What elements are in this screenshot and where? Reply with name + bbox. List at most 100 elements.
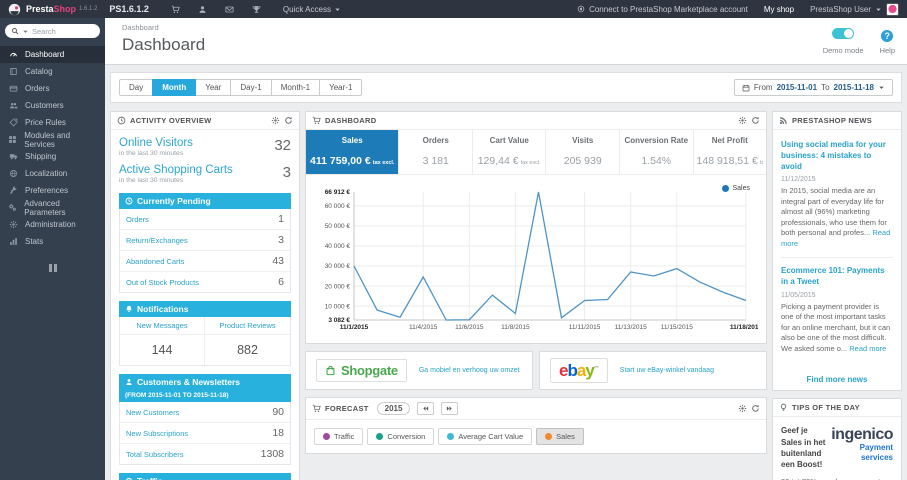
sidebar-item-shipping[interactable]: Shipping	[0, 148, 105, 165]
panel-refresh-icon[interactable]	[751, 404, 760, 413]
brand-name: PrestaShop	[26, 4, 77, 14]
calendar-icon	[742, 84, 750, 92]
sidebar-item-dashboard[interactable]: Dashboard	[0, 46, 105, 63]
read-more-link[interactable]: Read more	[781, 228, 890, 248]
customers-label[interactable]: New Customers	[126, 408, 179, 417]
pending-value: 1	[278, 213, 284, 225]
panel-settings-gear-icon[interactable]	[271, 116, 280, 125]
svg-text:50 000 €: 50 000 €	[325, 223, 351, 230]
forecast-legend-sales[interactable]: Sales	[536, 428, 584, 445]
panel-settings-gear-icon[interactable]	[738, 116, 747, 125]
shop-name[interactable]: PS1.6.1.2	[109, 4, 149, 14]
search-icon	[11, 27, 19, 35]
customers-label[interactable]: New Subscriptions	[126, 429, 188, 438]
user-avatar[interactable]	[886, 2, 899, 16]
sidebar-item-customers[interactable]: Customers	[0, 97, 105, 114]
demo-mode-toggle[interactable]	[832, 28, 855, 39]
user-menu[interactable]: PrestaShop User	[810, 2, 899, 16]
news-article-date: 11/12/2015	[781, 176, 816, 184]
activity-stat-link[interactable]: Online Visitors	[119, 137, 193, 149]
sidebar-item-orders[interactable]: Orders	[0, 80, 105, 97]
globe-icon	[8, 169, 18, 178]
sidebar-item-stats[interactable]: Stats	[0, 233, 105, 250]
range-tab-day[interactable]: Day	[119, 79, 154, 96]
kpi-label: Orders	[422, 136, 449, 145]
achievements-shortcut-trophy-icon[interactable]	[252, 5, 261, 14]
tag-icon	[8, 118, 18, 127]
kpi-orders[interactable]: Orders 3 181	[399, 130, 473, 174]
kpi-value: 411 759,00 € tax excl.	[310, 155, 395, 167]
date-range-picker[interactable]: From 2015-11-01 To 2015-11-18	[733, 79, 893, 96]
caret-down-icon	[878, 84, 885, 91]
forecast-legend-traffic[interactable]: Traffic	[314, 428, 364, 445]
notification-col-product-reviews[interactable]: Product Reviews	[205, 317, 290, 335]
news-article-title[interactable]: Using social media for your business: 4 …	[781, 140, 893, 172]
range-tab-month-1[interactable]: Month-1	[270, 79, 321, 96]
marketplace-connect-link[interactable]: Connect to PrestaShop Marketplace accoun…	[577, 5, 748, 14]
date-from-value: 2015-11-01	[776, 83, 818, 92]
shopgate-logo[interactable]: Shopgate	[316, 359, 407, 382]
sidebar-item-price-rules[interactable]: Price Rules	[0, 114, 105, 131]
pending-label[interactable]: Return/Exchanges	[126, 236, 188, 245]
prestashop-admin-dashboard: { "colors": { "accent_cyan": "#29b1de", …	[0, 0, 907, 480]
find-more-news-link[interactable]: Find more news	[773, 366, 901, 390]
ebay-promo-link[interactable]: Start uw eBay-winkel vandaag	[620, 367, 714, 374]
topbar-shortcuts	[171, 5, 261, 14]
sidebar-item-preferences[interactable]: Preferences	[0, 182, 105, 199]
ingenico-logo[interactable]: ingenico Payment services	[831, 425, 893, 462]
kpi-visits[interactable]: Visits 205 939	[546, 130, 620, 174]
traffic-header: Traffic (FROM 2015-11-01 TO 2015-11-18)	[119, 473, 291, 480]
forecast-legend-average-cart-value[interactable]: Average Cart Value	[438, 428, 533, 445]
sidebar-search[interactable]	[5, 24, 100, 38]
forecast-legend-conversion[interactable]: Conversion	[367, 428, 435, 445]
forecast-panel-title: FORECAST	[325, 404, 369, 413]
chart-legend[interactable]: Sales	[722, 185, 750, 192]
search-scope-caret-icon[interactable]	[22, 28, 29, 35]
prestashop-logo-icon[interactable]	[8, 3, 21, 16]
help-icon[interactable]: ?	[881, 30, 894, 42]
range-tab-year[interactable]: Year	[195, 79, 232, 96]
my-shop-link[interactable]: My shop	[764, 5, 794, 14]
news-article: Using social media for your business: 4 …	[781, 132, 893, 259]
orders-shortcut-cart-icon[interactable]	[171, 5, 180, 14]
sidebar-item-catalog[interactable]: Catalog	[0, 63, 105, 80]
kpi-sales[interactable]: Sales 411 759,00 € tax excl.	[306, 130, 400, 174]
notification-value-new-messages: 144	[120, 335, 205, 365]
search-input[interactable]	[32, 26, 94, 36]
panel-refresh-icon[interactable]	[284, 116, 293, 125]
breadcrumb[interactable]: Dashboard	[122, 23, 907, 32]
sidebar-collapse-button[interactable]	[48, 264, 58, 272]
shopgate-promo-link[interactable]: Ga mobiel en verhoog uw omzet	[419, 367, 520, 374]
quick-access-dropdown[interactable]: Quick Access	[283, 5, 341, 14]
range-tab-month[interactable]: Month	[152, 79, 197, 96]
main-content: Dashboard Dashboard Demo mode ? Help Day…	[105, 18, 907, 480]
svg-text:66 912 €: 66 912 €	[325, 189, 351, 196]
forecast-next-button[interactable]	[441, 402, 459, 415]
customers-label[interactable]: Total Subscribers	[126, 450, 184, 459]
activity-stat-online-visitors: Online Visitors in the last 30 minutes 3…	[119, 137, 291, 164]
pending-label[interactable]: Abandoned Carts	[126, 257, 184, 266]
activity-stat-link[interactable]: Active Shopping Carts	[119, 164, 233, 176]
panel-settings-gear-icon[interactable]	[738, 404, 747, 413]
notification-col-new-messages[interactable]: New Messages	[120, 317, 205, 335]
range-tab-day-1[interactable]: Day-1	[230, 79, 272, 96]
kpi-net-profit[interactable]: Net Profit 148 918,51 €tax excl.	[694, 130, 767, 174]
range-tab-year-1[interactable]: Year-1	[319, 79, 363, 96]
pending-label[interactable]: Out of Stock Products	[126, 278, 199, 287]
news-article: Ecommerce 101: Payments in a Tweet 11/05…	[781, 258, 893, 362]
ebay-logo[interactable]: ebay™	[550, 358, 608, 383]
forecast-prev-button[interactable]	[417, 402, 435, 415]
sidebar-item-modules-and-services[interactable]: Modules and Services	[0, 131, 105, 149]
sidebar-item-administration[interactable]: Administration	[0, 216, 105, 233]
read-more-link[interactable]: Read more	[849, 344, 886, 353]
sidebar-item-advanced-parameters[interactable]: Advanced Parameters	[0, 199, 105, 217]
forecast-year-badge[interactable]: 2015	[376, 402, 411, 415]
news-article-title[interactable]: Ecommerce 101: Payments in a Tweet	[781, 266, 893, 288]
messages-shortcut-envelope-icon[interactable]	[225, 5, 234, 14]
panel-refresh-icon[interactable]	[751, 116, 760, 125]
kpi-conversion-rate[interactable]: Conversion Rate 1.54%	[620, 130, 694, 174]
kpi-cart-value[interactable]: Cart Value 129,44 € tax excl.	[473, 130, 547, 174]
customers-shortcut-person-icon[interactable]	[198, 5, 207, 14]
pending-label[interactable]: Orders	[126, 215, 149, 224]
sidebar-item-localization[interactable]: Localization	[0, 165, 105, 182]
